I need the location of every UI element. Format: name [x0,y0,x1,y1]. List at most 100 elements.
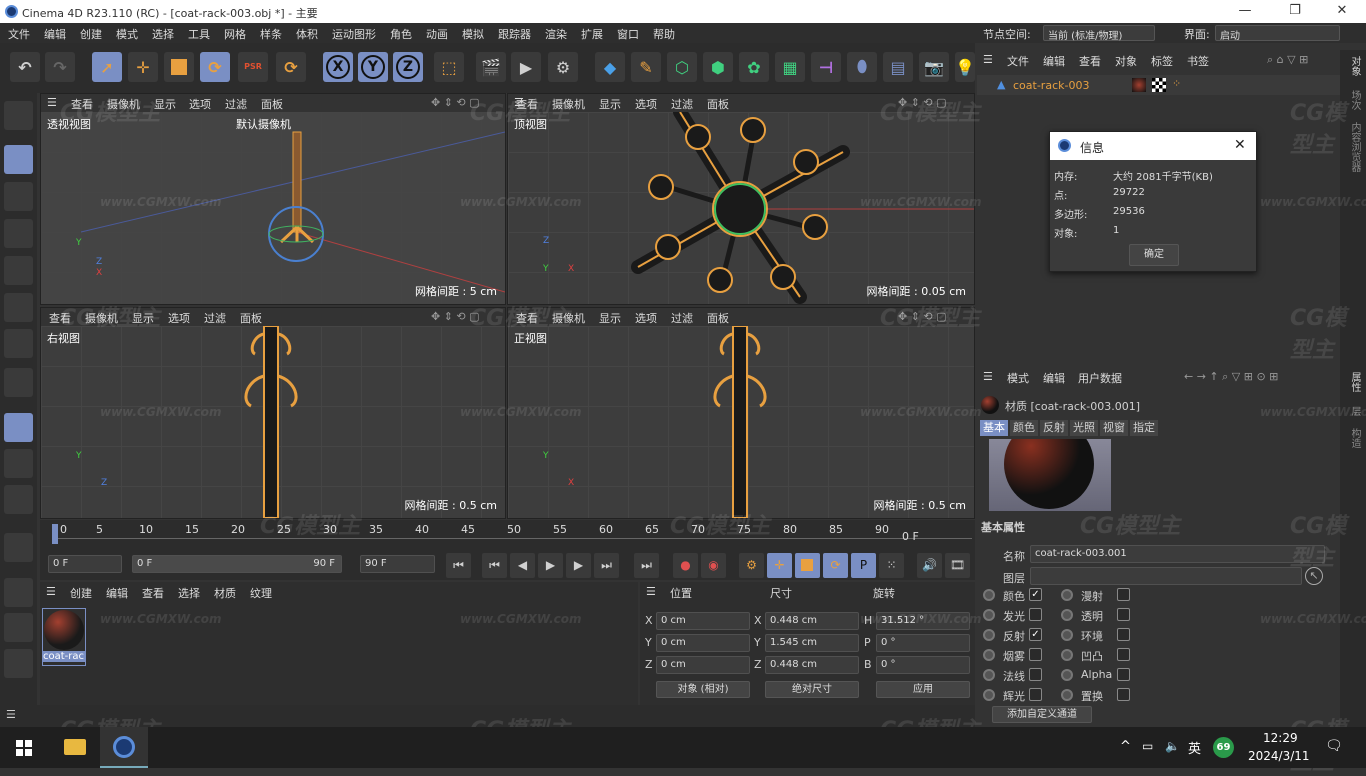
menu-tracker[interactable]: 跟踪器 [498,26,531,42]
key-scale-icon[interactable] [795,553,820,578]
coordinate-mode-select[interactable]: 对象 (相对) [656,681,750,698]
status-menu-icon[interactable]: ☰ [6,708,16,721]
object-name[interactable]: coat-rack-003 [1013,79,1089,92]
search-icon[interactable]: ⌕ ⌂ ▽ ⊞ [1267,53,1308,67]
channel-diffusion-checkbox[interactable] [1117,588,1130,601]
record-keys-icon[interactable]: ● [673,553,698,578]
deformer-icon[interactable]: ⊣ [811,52,841,82]
nav-arrows-icon[interactable]: ← → ↑ ⌕ ▽ ⊞ ⊙ ⊞ [1184,370,1278,384]
mograph-icon[interactable]: ▦ [775,52,805,82]
y-axis-lock-icon[interactable]: Y [358,52,388,82]
front-viewport[interactable]: 查看 摄像机 显示 选项 过滤 面板 ✥ ⇕ ⟲ ▢ 正视图 Y X 网格间距 … [507,307,975,519]
vp-menu-filter[interactable]: 过滤 [204,310,226,326]
channel-transparency-checkbox[interactable] [1117,608,1130,621]
channel-normal-checkbox[interactable] [1029,668,1042,681]
volume-icon[interactable]: 🔈 [1165,739,1180,753]
camera-icon[interactable]: 📷 [919,52,949,82]
axis-mode-icon[interactable] [4,368,33,397]
channel-fog-checkbox[interactable] [1029,648,1042,661]
phong-tag-icon[interactable]: ⁘ [1172,77,1181,90]
viewport-nav-icons[interactable]: ✥ ⇕ ⟲ ▢ [431,310,480,323]
rotate-tool-icon[interactable]: ⟳ [200,52,230,82]
vp-menu-camera[interactable]: 摄像机 [552,96,585,112]
minimize-button[interactable]: — [1225,3,1265,18]
tab-viewport[interactable]: 视窗 [1100,420,1128,436]
channel-radio[interactable] [983,609,995,621]
keyframe-selection-icon[interactable]: ⚙ [739,553,764,578]
ok-button[interactable]: 确定 [1129,244,1179,266]
ime-indicator[interactable]: 英 [1188,738,1201,757]
size-mode-select[interactable]: 绝对尺寸 [765,681,859,698]
channel-reflectance-checkbox[interactable]: ✓ [1029,628,1042,641]
obj-menu-tags[interactable]: 标签 [1151,53,1173,69]
light-icon[interactable]: 💡 [955,52,975,82]
channel-radio[interactable] [983,629,995,641]
recent-tool-icon[interactable]: ⟳ [276,52,306,82]
size-y-field[interactable]: 1.545 cm [765,634,859,652]
dialog-close-button[interactable]: ✕ [1234,137,1246,153]
preview-range-slider[interactable]: 0 F 90 F [132,555,342,573]
menu-window[interactable]: 窗口 [617,26,639,42]
extrude-icon[interactable]: ⬢ [703,52,733,82]
menu-create[interactable]: 创建 [80,26,102,42]
channel-radio[interactable] [1061,609,1073,621]
clock-date[interactable]: 2024/3/11 [1248,749,1310,763]
channel-radio[interactable] [1061,589,1073,601]
side-tab-layers[interactable]: 层 [1347,406,1362,416]
edges-mode-icon[interactable] [4,256,33,285]
side-tab-objects[interactable]: 对象 [1347,56,1362,76]
goto-end-icon[interactable]: ⏭ [634,553,659,578]
prev-frame-icon[interactable]: ◀ [510,553,535,578]
obj-menu-object[interactable]: 对象 [1115,53,1137,69]
channel-radio[interactable] [1061,669,1073,681]
position-x-field[interactable]: 0 cm [656,612,750,630]
right-viewport[interactable]: 查看 摄像机 显示 选项 过滤 面板 ✥ ⇕ ⟲ ▢ 右视图 Y Z 网格间距 … [40,307,506,519]
render-view-icon[interactable]: 🎬 [476,52,506,82]
menu-render[interactable]: 渲染 [545,26,567,42]
x-axis-lock-icon[interactable]: X [323,52,353,82]
menu-mesh[interactable]: 网格 [224,26,246,42]
key-position-icon[interactable]: ✛ [767,553,792,578]
auto-key-icon[interactable]: ◉ [701,553,726,578]
vp-menu-filter[interactable]: 过滤 [671,310,693,326]
file-explorer-icon[interactable] [64,739,86,755]
tray-chevron-icon[interactable]: ^ [1120,739,1131,754]
snap-icon[interactable] [4,413,33,442]
vp-menu-filter[interactable]: 过滤 [671,96,693,112]
size-z-field[interactable]: 0.448 cm [765,656,859,674]
side-tab-takes[interactable]: 场次 [1347,90,1362,110]
menu-spline[interactable]: 样条 [260,26,282,42]
mat-menu-texture[interactable]: 纹理 [250,585,272,601]
perspective-viewport[interactable]: ☰ 查看 摄像机 显示 选项 过滤 面板 ✥ ⇕ ⟲ ▢ 透视视图 默认摄像机 … [40,93,506,305]
viewport-nav-icons[interactable]: ✥ ⇕ ⟲ ▢ [898,96,947,109]
channel-radio[interactable] [983,669,995,681]
channel-luminance-checkbox[interactable] [1029,608,1042,621]
vp-menu-camera[interactable]: 摄像机 [552,310,585,326]
obj-menu-edit[interactable]: 编辑 [1043,53,1065,69]
vp-menu-display[interactable]: 显示 [132,310,154,326]
viewport-nav-icons[interactable]: ✥ ⇕ ⟲ ▢ [431,96,480,109]
attr-menu-edit[interactable]: 编辑 [1043,370,1065,386]
playhead[interactable] [52,524,58,544]
channel-bump-checkbox[interactable] [1117,648,1130,661]
tab-assign[interactable]: 指定 [1130,420,1158,436]
floor-icon[interactable]: ▤ [883,52,913,82]
node-space-select[interactable]: 当前 (标准/物理) [1043,25,1155,42]
side-tab-attributes[interactable]: 属性 [1347,372,1362,392]
goto-start-icon[interactable]: ⏮ [446,553,471,578]
scale-tool-icon[interactable] [164,52,194,82]
vp-menu-panel[interactable]: 面板 [707,96,729,112]
vp-menu-view[interactable]: 查看 [49,310,71,326]
vp-menu-panel[interactable]: 面板 [707,310,729,326]
action-center-icon[interactable]: 🗨 [1325,738,1343,754]
vp-menu-panel[interactable]: 面板 [261,96,283,112]
channel-radio[interactable] [1061,689,1073,701]
channel-alpha-checkbox[interactable] [1117,668,1130,681]
render-to-picture-viewer-icon[interactable]: ▶ [511,52,541,82]
menu-file[interactable]: 文件 [8,26,30,42]
channel-radio[interactable] [983,649,995,661]
sound-icon[interactable]: 🔊 [917,553,942,578]
menu-mograph[interactable]: 运动图形 [332,26,376,42]
cinema4d-taskbar-button[interactable] [100,727,148,768]
coordinate-system-icon[interactable]: ⬚ [434,52,464,82]
